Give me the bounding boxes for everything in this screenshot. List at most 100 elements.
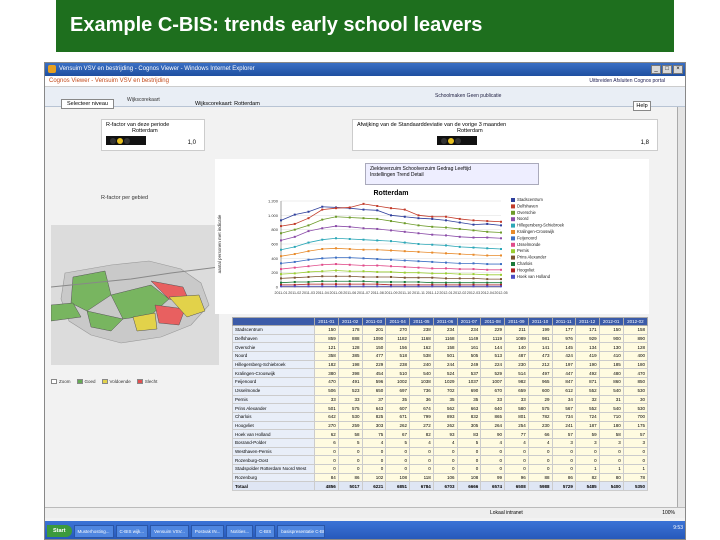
row-header: Stadspolder Rotterdam Noord West bbox=[232, 464, 315, 474]
table-cell: 0 bbox=[551, 446, 576, 457]
rfactor-sub: Rotterdam bbox=[132, 128, 158, 134]
table-cell: 211 bbox=[504, 325, 529, 335]
data-point bbox=[403, 276, 406, 279]
chart-options[interactable]: Ziekteverzuim Schoolverzuim Gedrag Leeft… bbox=[365, 163, 539, 185]
taskbar-item[interactable]: Musterhosting... bbox=[73, 524, 114, 538]
taskbar-item[interactable]: C-BIS wijk... bbox=[115, 524, 149, 538]
table-row: IJsselmonde 506 523 650 697 736 702 690 670 659 60… bbox=[232, 385, 649, 396]
table-cell: 84 bbox=[314, 472, 339, 483]
district-map[interactable] bbox=[50, 225, 220, 365]
taskbar-item[interactable]: Notities... bbox=[226, 524, 254, 538]
taskbar-item[interactable]: Vensuim VSV... bbox=[150, 524, 189, 538]
table-cell: 540 bbox=[598, 403, 624, 413]
data-point bbox=[458, 268, 461, 271]
data-point bbox=[307, 265, 310, 268]
table-cell: 5 bbox=[456, 437, 482, 448]
table-cell: 57 bbox=[622, 429, 649, 439]
table-cell: 850 bbox=[622, 377, 649, 387]
table-cell: 0 bbox=[385, 464, 410, 474]
data-point bbox=[500, 237, 502, 240]
table-cell: 158 bbox=[622, 325, 649, 335]
table-cell: 710 bbox=[598, 411, 624, 422]
taskbar-item[interactable]: basispresentatie C-BIS bbox=[277, 524, 326, 538]
table-cell: 259 bbox=[337, 420, 363, 431]
data-point bbox=[348, 237, 351, 240]
data-point bbox=[445, 252, 447, 255]
data-point bbox=[445, 285, 447, 288]
toolbar-actions[interactable]: Schoolmaken Geen publicatie bbox=[435, 93, 501, 99]
column-header: 2012-01 bbox=[598, 317, 624, 326]
data-point bbox=[335, 237, 337, 240]
legend-swatch bbox=[511, 230, 515, 234]
table-cell: 141 bbox=[527, 342, 553, 353]
vertical-scrollbar[interactable] bbox=[677, 107, 685, 507]
table-cell: 893 bbox=[432, 411, 458, 422]
data-point bbox=[472, 281, 475, 284]
data-point bbox=[417, 266, 420, 269]
start-button[interactable]: Start bbox=[47, 525, 72, 537]
data-point bbox=[280, 232, 282, 235]
table-cell: 36 bbox=[409, 394, 434, 405]
toolbar-breadcrumb[interactable]: Wijkscorekaart bbox=[127, 97, 160, 103]
column-header: 2011-12 bbox=[574, 317, 600, 326]
data-point bbox=[362, 285, 365, 288]
table-cell: 501 bbox=[432, 351, 458, 361]
table-row: Hoogvliet 270 259 303 262 272 262 305 264 254 230 2… bbox=[232, 420, 649, 431]
table-cell: 150 bbox=[598, 325, 624, 335]
x-tick-label: 2011-07 bbox=[357, 291, 370, 295]
data-point bbox=[486, 268, 489, 271]
x-tick-label: 2011-05 bbox=[330, 291, 343, 295]
data-point bbox=[486, 222, 489, 225]
traffic-light-icon bbox=[106, 136, 146, 145]
data-point bbox=[348, 270, 351, 273]
radio-row-2[interactable]: Instellingen Trend Detail bbox=[370, 172, 534, 178]
data-point bbox=[321, 238, 324, 241]
data-point bbox=[307, 283, 310, 286]
table-cell: 385 bbox=[337, 351, 363, 361]
minimize-button[interactable]: _ bbox=[651, 65, 661, 74]
table-row: Rozenburg 84 86 102 108 118 106 108 99 96 88 86 82 80… bbox=[232, 472, 649, 483]
data-point bbox=[445, 267, 447, 270]
slide-title: Example C-BIS: trends early school leave… bbox=[70, 14, 483, 36]
data-point bbox=[335, 285, 337, 288]
select-level-button[interactable]: Selecteer niveau bbox=[61, 99, 114, 109]
data-point bbox=[390, 240, 392, 243]
table-cell: 410 bbox=[598, 351, 624, 361]
cognos-links[interactable]: Uitbreiden Afsluiten Cognos portal bbox=[589, 76, 665, 87]
data-point bbox=[362, 248, 365, 251]
maximize-button[interactable]: □ bbox=[662, 65, 672, 74]
data-point bbox=[321, 248, 324, 251]
data-point bbox=[417, 276, 420, 279]
data-point bbox=[321, 257, 324, 260]
legend-swatch bbox=[511, 217, 515, 222]
data-point bbox=[376, 280, 379, 283]
data-point bbox=[458, 285, 461, 288]
legend-label: IJsselmonde bbox=[517, 242, 541, 247]
taskbar-item[interactable]: C-BIS bbox=[255, 524, 276, 538]
data-point bbox=[417, 285, 420, 288]
data-point bbox=[293, 235, 296, 238]
legend-item: Voldoende bbox=[101, 379, 131, 385]
zoom-level[interactable]: 100% bbox=[662, 508, 675, 519]
row-header: Hoek van Holland bbox=[232, 429, 315, 439]
close-button[interactable]: × bbox=[673, 65, 683, 74]
table-cell: 847 bbox=[551, 377, 576, 387]
row-header: Hoogvliet bbox=[232, 420, 315, 431]
table-cell: 229 bbox=[480, 325, 505, 335]
taskbar-item[interactable]: Postvak IN... bbox=[190, 524, 225, 538]
data-point bbox=[293, 213, 296, 216]
table-cell: 0 bbox=[385, 455, 410, 465]
table-cell: 31 bbox=[598, 394, 624, 405]
column-header: 2011-08 bbox=[480, 317, 505, 326]
table-cell: 0 bbox=[432, 446, 458, 457]
table-cell: 612 bbox=[551, 385, 576, 396]
legend-swatch bbox=[101, 379, 108, 385]
table-cell: 30 bbox=[622, 394, 649, 405]
data-point bbox=[472, 262, 475, 265]
table-cell: 871 bbox=[574, 377, 600, 387]
table-cell: 470 bbox=[314, 377, 339, 387]
table-cell: 108 bbox=[456, 472, 482, 483]
help-button[interactable]: Help bbox=[633, 101, 651, 111]
data-point bbox=[335, 225, 337, 228]
chart-panel: Ziekteverzuim Schoolverzuim Gedrag Leeft… bbox=[215, 159, 649, 314]
